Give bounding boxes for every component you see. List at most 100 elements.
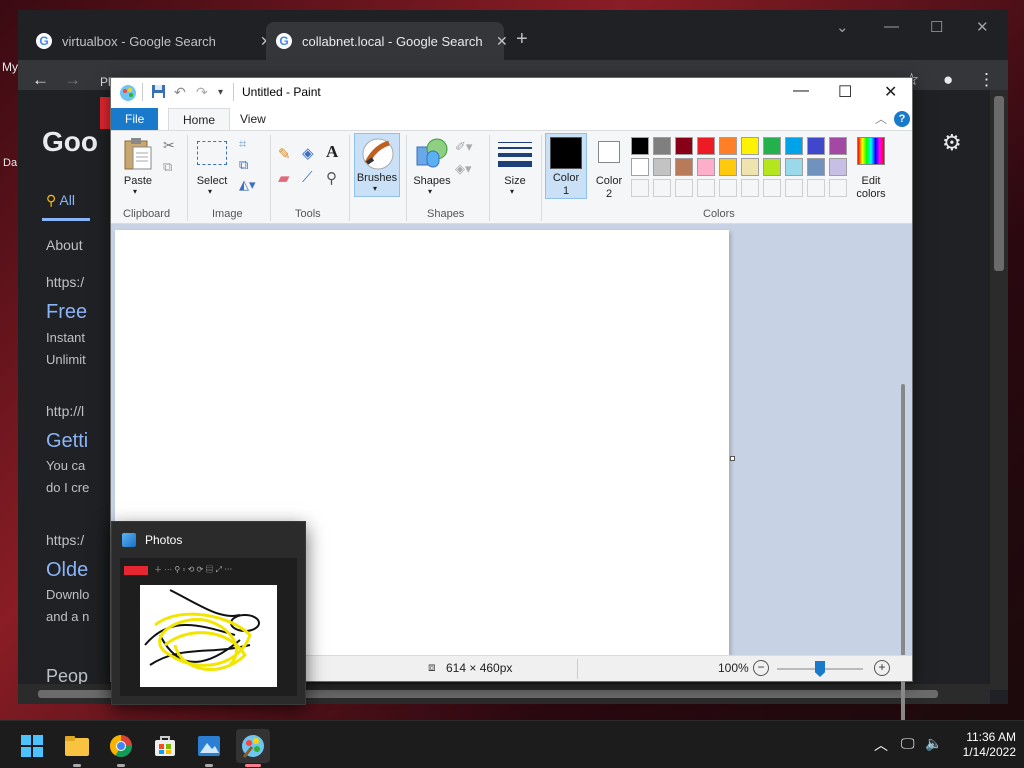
color2-swatch[interactable] [598, 141, 620, 163]
tab-virtualbox-search[interactable]: G virtualbox - Google Search ✕ [26, 22, 272, 60]
chrome-taskbar-button[interactable] [104, 729, 138, 767]
outline-icon[interactable]: ✐▾ [455, 139, 472, 155]
paste-button-label[interactable]: Paste [123, 175, 153, 187]
custom-color-slot[interactable] [829, 179, 847, 197]
paste-dropdown-chevron-icon[interactable]: ▾ [133, 187, 137, 196]
paste-icon[interactable] [123, 137, 153, 174]
settings-gear-icon[interactable]: ⚙ [942, 130, 962, 156]
network-icon[interactable]: 🖵 [901, 735, 915, 752]
text-tool-icon[interactable]: A [326, 142, 338, 162]
custom-color-slot[interactable] [785, 179, 803, 197]
custom-color-slot[interactable] [697, 179, 715, 197]
custom-color-slot[interactable] [675, 179, 693, 197]
size-lines-icon[interactable] [498, 141, 532, 170]
more-menu-icon[interactable]: ⋮ [978, 70, 995, 90]
palette-swatch[interactable] [631, 137, 649, 155]
new-tab-button[interactable]: + [516, 28, 528, 51]
color-picker-icon[interactable]: ⟋ [302, 169, 313, 186]
paint-close-button[interactable]: ✕ [884, 82, 897, 102]
forward-arrow-icon[interactable]: → [64, 70, 81, 90]
fill-icon[interactable]: ◈▾ [455, 161, 472, 177]
custom-color-slot[interactable] [741, 179, 759, 197]
palette-swatch[interactable] [807, 158, 825, 176]
palette-swatch[interactable] [653, 158, 671, 176]
custom-color-slot[interactable] [653, 179, 671, 197]
palette-swatch[interactable] [763, 158, 781, 176]
photos-taskbar-preview[interactable]: Photos ＋ ··· ⚲ ▫ ⟲ ⟳ ▤ ⤢ ⋯ [111, 521, 306, 705]
paint-taskbar-button[interactable] [236, 729, 270, 767]
size-button-label[interactable]: Size [497, 175, 533, 187]
palette-swatch[interactable] [785, 158, 803, 176]
photos-taskbar-button[interactable] [192, 729, 226, 767]
tab-home[interactable]: Home [168, 108, 231, 130]
palette-swatch[interactable] [741, 137, 759, 155]
tab-close-icon[interactable]: ✕ [496, 33, 508, 50]
scroll-thumb[interactable] [994, 96, 1004, 271]
magnifier-icon[interactable]: ⚲ [326, 169, 337, 187]
palette-swatch[interactable] [719, 137, 737, 155]
result-title-link[interactable]: Olde [46, 559, 88, 582]
save-icon[interactable] [151, 84, 166, 102]
palette-swatch[interactable] [807, 137, 825, 155]
tab-view[interactable]: View [226, 108, 280, 130]
canvas-resize-handle[interactable] [730, 456, 735, 461]
custom-color-slot[interactable] [807, 179, 825, 197]
eraser-icon[interactable]: ▰ [278, 169, 290, 187]
result-title-link[interactable]: Getti [46, 430, 88, 453]
file-explorer-button[interactable] [60, 729, 94, 767]
canvas-vertical-scrollbar[interactable] [901, 384, 905, 754]
back-arrow-icon[interactable]: ← [32, 70, 49, 90]
pencil-icon[interactable]: ✎ [278, 145, 291, 163]
palette-swatch[interactable] [653, 137, 671, 155]
palette-swatch[interactable] [719, 158, 737, 176]
palette-swatch[interactable] [763, 137, 781, 155]
brushes-button[interactable]: Brushes ▾ [354, 133, 400, 197]
result-title-link[interactable]: Free [46, 301, 87, 324]
custom-color-slot[interactable] [719, 179, 737, 197]
minimize-button[interactable]: — [884, 18, 899, 35]
volume-icon[interactable]: 🔈 [925, 735, 942, 752]
cut-icon[interactable]: ✂ [163, 137, 175, 154]
palette-swatch[interactable] [785, 137, 803, 155]
fill-bucket-icon[interactable]: ◈ [302, 144, 314, 162]
crop-icon[interactable]: ⌗ [239, 136, 246, 152]
tab-search-chevron-icon[interactable]: ⌄ [836, 18, 849, 36]
undo-icon[interactable]: ↶ [174, 84, 186, 101]
color1-button[interactable]: Color 1 [545, 133, 587, 199]
profile-icon[interactable]: ● [943, 70, 953, 90]
palette-swatch[interactable] [675, 137, 693, 155]
store-button[interactable] [148, 729, 182, 763]
zoom-out-button[interactable]: − [753, 660, 769, 676]
resize-icon[interactable]: ⧉ [239, 157, 248, 173]
color2-label-number[interactable]: 2 [589, 188, 629, 200]
custom-color-slot[interactable] [631, 179, 649, 197]
show-hidden-icons-chevron-icon[interactable]: ︿ [874, 735, 888, 755]
palette-swatch[interactable] [697, 137, 715, 155]
palette-swatch[interactable] [829, 158, 847, 176]
system-clock[interactable]: 11:36 AM 1/14/2022 [952, 730, 1016, 760]
tab-file[interactable]: File [111, 108, 159, 130]
tab-collabnet-search[interactable]: G collabnet.local - Google Search ✕ [266, 22, 508, 60]
palette-swatch[interactable] [697, 158, 715, 176]
select-icon[interactable] [197, 141, 227, 165]
help-button[interactable]: ? [894, 111, 910, 127]
select-dropdown-chevron-icon[interactable]: ▾ [208, 187, 212, 196]
paint-maximize-button[interactable]: ☐ [838, 82, 852, 102]
page-vertical-scrollbar[interactable] [990, 90, 1008, 690]
paint-title-bar[interactable]: ↶ ↷ ▾ Untitled - Paint — ☐ ✕ [111, 78, 912, 108]
palette-swatch[interactable] [675, 158, 693, 176]
palette-swatch[interactable] [829, 137, 847, 155]
search-tab-all[interactable]: ⚲ All [46, 192, 75, 209]
close-button[interactable]: ✕ [976, 18, 989, 36]
select-button-label[interactable]: Select [195, 175, 229, 187]
rotate-icon[interactable]: ◭▾ [239, 177, 256, 193]
color2-label[interactable]: Color [589, 175, 629, 187]
edit-colors-label-2[interactable]: colors [849, 188, 893, 200]
paint-minimize-button[interactable]: — [793, 82, 809, 100]
shapes-button-label[interactable]: Shapes [411, 175, 453, 187]
custom-color-slot[interactable] [763, 179, 781, 197]
palette-swatch[interactable] [741, 158, 759, 176]
edit-colors-label[interactable]: Edit [849, 175, 893, 187]
maximize-button[interactable]: ☐ [930, 18, 943, 36]
size-dropdown-chevron-icon[interactable]: ▾ [510, 187, 514, 196]
